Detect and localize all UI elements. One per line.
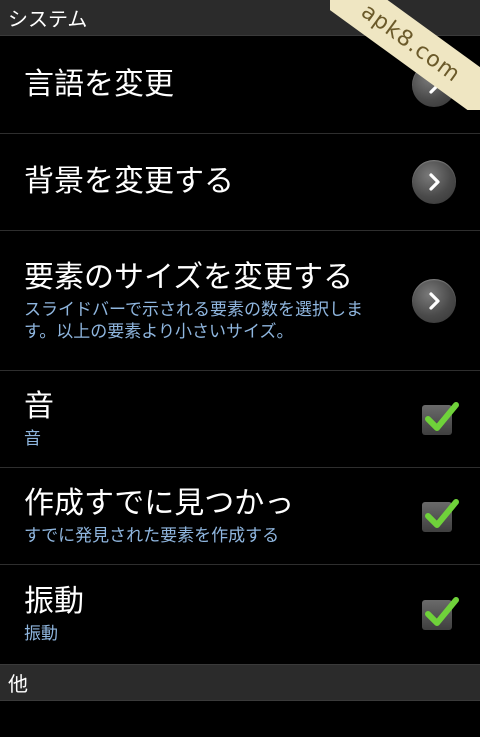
pref-title: 要素のサイズを変更する — [24, 259, 354, 295]
pref-summary: スライドバーで示される要素の数を選択します。以上の要素より小さいサイズ。 — [24, 299, 363, 342]
preference-list: 言語を変更 背景を変更する 要素のサイズを変更する スライドバーで示される要素の… — [0, 36, 480, 662]
chevron-right-icon[interactable] — [412, 278, 456, 323]
pref-summary: 振動 — [24, 623, 58, 644]
pref-change-element-size[interactable]: 要素のサイズを変更する スライドバーで示される要素の数を選択します。以上の要素よ… — [0, 231, 480, 371]
checkmark-icon — [425, 402, 459, 431]
pref-title: 背景を変更する — [24, 164, 234, 199]
create-found-checkbox[interactable] — [420, 498, 459, 534]
checkmark-icon — [425, 596, 459, 626]
section-header-other: 他 — [0, 664, 480, 701]
pref-sound[interactable]: 音 音 — [0, 371, 480, 468]
pref-change-background[interactable]: 背景を変更する — [0, 134, 480, 231]
pref-vibration[interactable]: 振動 振動 — [0, 565, 480, 662]
section-header-label: 他 — [8, 672, 28, 696]
pref-change-language[interactable]: 言語を変更 — [0, 36, 480, 134]
pref-summary: 音 — [24, 429, 41, 449]
chevron-right-icon[interactable] — [412, 160, 456, 204]
pref-summary: すでに発見された要素を作成する — [24, 526, 280, 546]
chevron-right-icon[interactable] — [412, 62, 456, 107]
pref-title: 言語を変更 — [24, 66, 174, 102]
checkmark-icon — [425, 499, 459, 528]
pref-create-found[interactable]: 作成すでに見つかっ すでに発見された要素を作成する — [0, 468, 480, 565]
pref-title: 作成すでに見つかっ — [24, 486, 295, 521]
pref-title: 振動 — [24, 583, 84, 619]
section-header-system: システム — [0, 0, 480, 36]
section-header-label: システム — [8, 7, 88, 31]
pref-title: 音 — [24, 389, 54, 424]
sound-checkbox[interactable] — [420, 401, 459, 437]
vibration-checkbox[interactable] — [420, 596, 459, 632]
